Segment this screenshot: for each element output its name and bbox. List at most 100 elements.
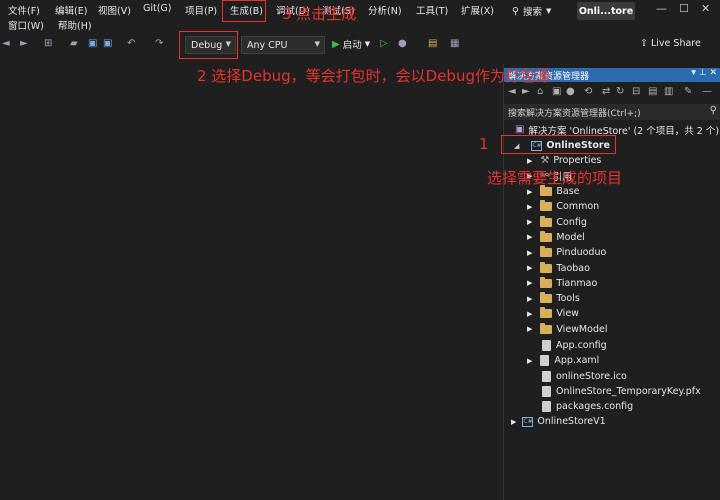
play-icon: ▶ [332, 38, 340, 50]
search-label: 搜索 [522, 7, 542, 18]
menu-file[interactable]: 文件(F) [8, 3, 40, 17]
back-icon[interactable]: ◄ [508, 86, 516, 97]
start-button[interactable]: ▶ 启动 ▼ [332, 37, 370, 52]
collapse-all-icon[interactable]: ⊟ [632, 86, 640, 97]
collapsed-icon[interactable]: ▶ [527, 264, 532, 272]
panel-toolbar: ◄ ► ⌂ ▣ ● ⟲ ⇄ ↻ ⊟ ▤ ▥ ✎ — [504, 84, 720, 102]
tree-folder[interactable]: ▶ Model [527, 230, 585, 245]
start-label: 启动 [342, 40, 362, 51]
tree-folder[interactable]: ▶ ViewModel [527, 322, 607, 337]
folder-icon [540, 230, 553, 242]
new-item-icon[interactable]: ⊞ [44, 38, 52, 49]
toolbar: ◄ ► ⊞ ▰ ▣ ▣ ↶ ↷ Debug ▼ Any CPU ▼ ▶ 启动 ▼… [0, 33, 720, 57]
tree-folder[interactable]: ▶ Config [527, 215, 587, 230]
save-all-icon[interactable]: ▣ [103, 38, 112, 49]
menu-help[interactable]: 帮助(H) [58, 18, 92, 32]
tree-folder[interactable]: ▶ Tools [527, 291, 580, 306]
highlight-project [501, 135, 616, 154]
tree-folder[interactable]: ▶ Tianmao [527, 276, 597, 291]
folder-icon [540, 215, 553, 227]
wrench-icon[interactable]: ✎ [684, 86, 692, 97]
tree-project-2[interactable]: ▶ C# OnlineStoreV1 [511, 414, 606, 429]
live-share-button[interactable]: ⇪ Live Share [640, 38, 701, 49]
folder-icon [540, 261, 553, 273]
tree-folder[interactable]: ▶ Pinduoduo [527, 245, 606, 260]
start-without-debug-icon[interactable]: ▷ [380, 38, 388, 49]
menu-analyze[interactable]: 分析(N) [368, 3, 402, 17]
annotation-step-3: 3 点击生成 [282, 5, 357, 23]
search-icon: ⚲ [512, 5, 519, 17]
collapsed-icon[interactable]: ▶ [511, 418, 516, 426]
minimize-icon[interactable]: — [656, 2, 667, 15]
close-icon[interactable]: ✕ [701, 2, 710, 15]
collapsed-icon[interactable]: ▶ [527, 357, 532, 365]
more-icon[interactable]: — [702, 86, 712, 97]
tree-file[interactable]: OnlineStore_TemporaryKey.pfx [527, 384, 701, 399]
panel-window-buttons[interactable]: ▾ ⊥ ✕ [691, 68, 717, 78]
home-icon[interactable]: ⌂ [537, 86, 543, 97]
menu-project[interactable]: 项目(P) [185, 3, 217, 17]
pending-changes-icon[interactable]: ● [566, 86, 575, 97]
sync-icon[interactable]: ⇄ [602, 86, 610, 97]
wrench-icon: ⚒ [540, 155, 550, 166]
tree-folder[interactable]: ▶ View [527, 306, 579, 321]
tree-file[interactable]: ▶ App.xaml [527, 353, 599, 368]
tree-item-properties[interactable]: ▶ ⚒ Properties [527, 153, 601, 168]
folder-icon [540, 185, 553, 196]
back-icon[interactable]: ◄ [2, 38, 10, 49]
menu-edit[interactable]: 编辑(E) [55, 3, 87, 17]
tree-folder[interactable]: ▶ Taobao [527, 261, 590, 276]
refresh-icon[interactable]: ↻ [616, 86, 624, 97]
forward-icon[interactable]: ► [522, 86, 530, 97]
file-icon [540, 355, 550, 367]
history-icon[interactable]: ⟲ [584, 86, 592, 97]
panel-search-input[interactable]: 搜索解决方案资源管理器(Ctrl+;) ⚲ [504, 104, 720, 120]
menu-view[interactable]: 视图(V) [98, 3, 131, 17]
save-icon[interactable]: ▣ [88, 38, 97, 49]
tree-file[interactable]: onlineStore.ico [527, 369, 627, 384]
collapsed-icon[interactable]: ▶ [527, 157, 532, 165]
search-icon: ⚲ [709, 105, 717, 116]
collapsed-icon[interactable]: ▶ [527, 218, 532, 226]
collapsed-icon[interactable]: ▶ [527, 249, 532, 257]
global-search[interactable]: ⚲ 搜索 ▼ [512, 3, 551, 19]
hot-reload-icon[interactable]: ● [398, 38, 407, 49]
collapsed-icon[interactable]: ▶ [527, 203, 532, 211]
tree-file[interactable]: App.config [527, 338, 607, 353]
file-icon [542, 385, 551, 397]
folder-icon [540, 292, 553, 304]
menu-window[interactable]: 窗口(W) [8, 18, 44, 32]
tree-file[interactable]: packages.config [527, 399, 633, 414]
forward-icon[interactable]: ► [20, 38, 28, 49]
collapsed-icon[interactable]: ▶ [527, 188, 532, 196]
show-all-files-icon[interactable]: ▤ [648, 86, 657, 97]
folder-icon [540, 322, 553, 334]
folder-icon [540, 200, 553, 212]
properties-icon[interactable]: ▥ [664, 86, 673, 97]
menu-extensions[interactable]: 扩展(X) [461, 3, 494, 17]
annotation-step-1-number: 1 [479, 135, 489, 153]
undo-icon[interactable]: ↶ [127, 38, 135, 49]
window-layout-icon[interactable]: ▦ [450, 38, 459, 49]
collapsed-icon[interactable]: ▶ [527, 325, 532, 333]
open-folder-icon[interactable]: ▰ [70, 38, 78, 49]
collapsed-icon[interactable]: ▶ [527, 295, 532, 303]
annotation-step-2: 2 选择Debug，等会打包时，会以Debug作为打包源 [197, 67, 550, 85]
collapsed-icon[interactable]: ▶ [527, 233, 532, 241]
platform-dropdown[interactable]: Any CPU ▼ [241, 36, 325, 54]
solution-icon: ▣ [515, 124, 525, 135]
solution-explorer-icon[interactable]: ▤ [428, 38, 437, 49]
menu-git[interactable]: Git(G) [143, 3, 172, 14]
chevron-down-icon: ▼ [545, 7, 552, 15]
redo-icon[interactable]: ↷ [155, 38, 163, 49]
tree-folder[interactable]: ▶ Common [527, 199, 599, 214]
menu-tools[interactable]: 工具(T) [416, 3, 448, 17]
collapsed-icon[interactable]: ▶ [527, 279, 532, 287]
folder-icon [540, 276, 553, 288]
panel-search-placeholder: 搜索解决方案资源管理器(Ctrl+;) [508, 108, 641, 119]
chevron-down-icon: ▼ [314, 40, 320, 48]
collapsed-icon[interactable]: ▶ [527, 310, 532, 318]
maximize-icon[interactable]: ☐ [679, 2, 689, 15]
folder-icon [540, 307, 553, 319]
switch-view-icon[interactable]: ▣ [552, 86, 561, 97]
